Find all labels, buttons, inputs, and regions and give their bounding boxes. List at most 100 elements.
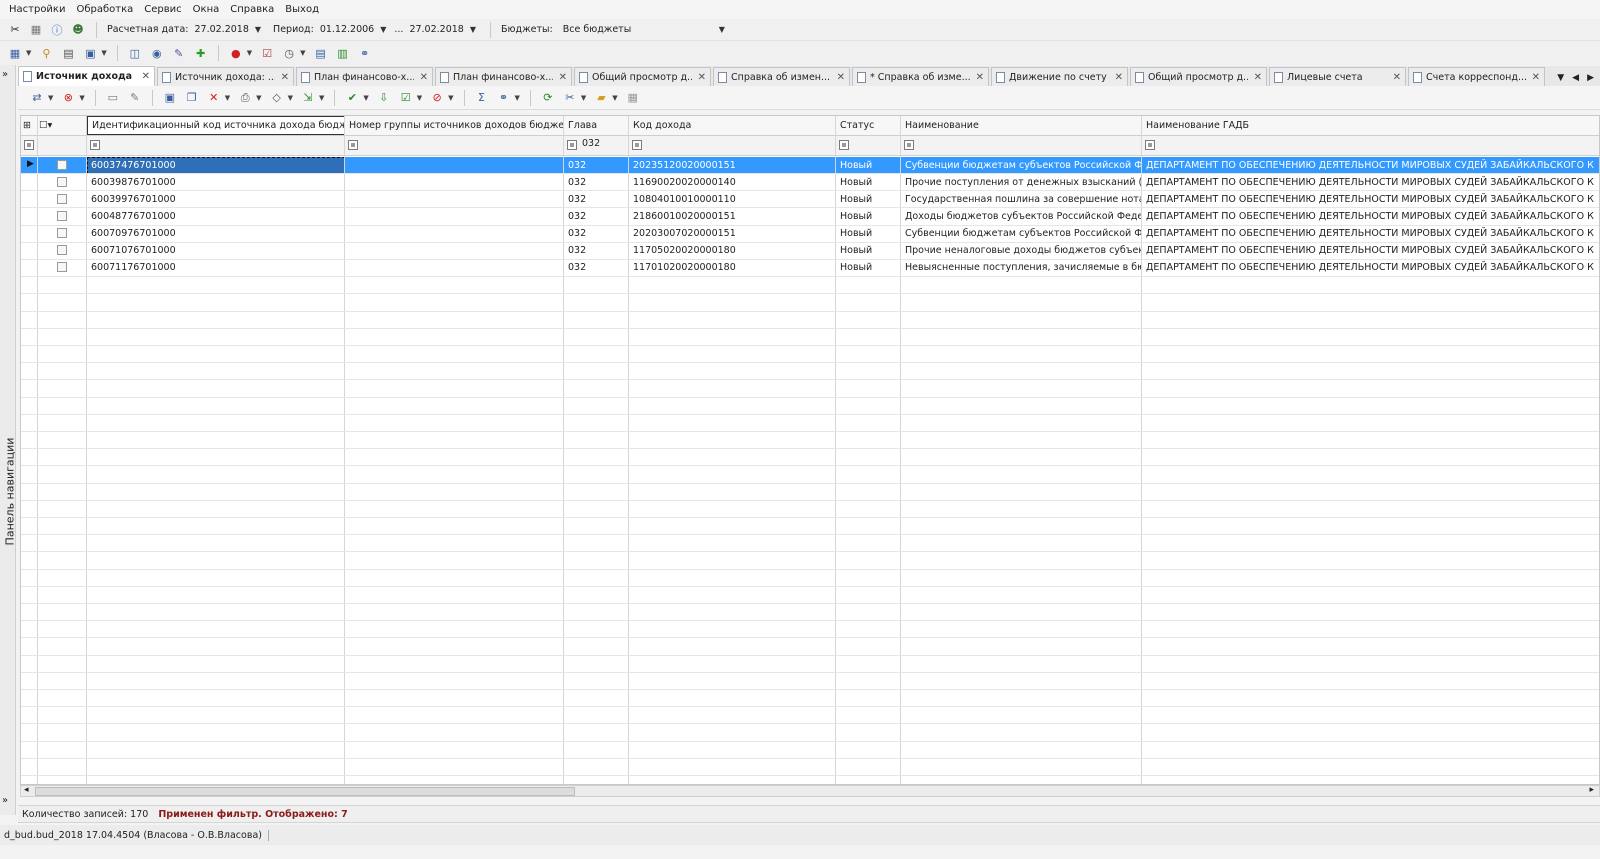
navigation-panel[interactable]: » Панель навигации » [0, 65, 17, 815]
check-icon[interactable]: ✔ [344, 90, 360, 106]
cell-status[interactable]: Новый [836, 174, 900, 191]
tab-general-view-2[interactable]: Общий просмотр д... ✕ [1130, 67, 1267, 86]
filter-id[interactable] [90, 140, 100, 150]
tools-icon[interactable]: ✂ [562, 90, 578, 106]
delete-icon[interactable]: ✕ [206, 90, 222, 106]
chevron-down-icon[interactable]: ▼ [256, 94, 261, 102]
menu-settings[interactable]: Настройки [6, 4, 73, 15]
filter-glava-value[interactable]: 032 [582, 138, 600, 149]
cell-status[interactable]: Новый [836, 259, 900, 276]
cell-name[interactable]: Государственная пошлина за совершение но… [901, 191, 1141, 208]
export-icon[interactable]: ⇲ [300, 90, 316, 106]
menu-help[interactable]: Справка [227, 4, 282, 15]
cell-gadb[interactable]: ДЕПАРТАМЕНТ ПО ОБЕСПЕЧЕНИЮ ДЕЯТЕЛЬНОСТИ … [1142, 191, 1599, 208]
cell-id[interactable]: 60070976701000 [87, 225, 345, 242]
filter-glava[interactable] [567, 140, 577, 150]
close-icon[interactable]: ✕ [1254, 72, 1262, 83]
chevron-down-icon[interactable]: ▼ [363, 94, 368, 102]
chevron-down-icon[interactable]: ▼ [719, 25, 725, 34]
tab-financial-plan-1[interactable]: План финансово-х... ✕ [296, 67, 433, 86]
table-row[interactable]: 60070976701000 032 20203007020000151 Нов… [21, 225, 1599, 242]
chevron-down-icon[interactable]: ▼ [417, 94, 422, 102]
chevron-down-icon[interactable]: ▼ [79, 94, 84, 102]
cell-glava[interactable]: 032 [564, 174, 628, 191]
archive-icon[interactable]: ▦ [625, 90, 641, 106]
cell-code[interactable]: 11690020020000140 [629, 174, 835, 191]
tab-correspondent-accounts[interactable]: Счета корреспонд... ✕ [1408, 67, 1545, 86]
cell-glava[interactable]: 032 [564, 208, 628, 225]
chevron-down-icon[interactable]: ▼ [26, 49, 31, 57]
filter-group[interactable] [348, 140, 358, 150]
budgets-select[interactable]: Все бюджеты [559, 24, 719, 35]
cell-name[interactable]: Прочие неналоговые доходы бюджетов субъе… [901, 242, 1141, 259]
link-icon[interactable]: ⚭ [357, 45, 373, 61]
cell-gadb[interactable]: ДЕПАРТАМЕНТ ПО ОБЕСПЕЧЕНИЮ ДЕЯТЕЛЬНОСТИ … [1142, 225, 1599, 242]
chevron-down-icon[interactable]: ▼ [581, 94, 586, 102]
cell-code[interactable]: 20203007020000151 [629, 225, 835, 242]
table-icon[interactable]: ▦ [7, 45, 23, 61]
close-icon[interactable]: ✕ [1393, 72, 1401, 83]
cell-name[interactable]: Доходы бюджетов субъектов Российской Фед… [901, 208, 1141, 225]
chevron-down-icon[interactable]: ▼ [470, 25, 476, 34]
cell-glava[interactable]: 032 [564, 225, 628, 242]
row-checkbox[interactable] [57, 177, 67, 187]
cell-name[interactable]: Прочие поступления от денежных взысканий… [901, 174, 1141, 191]
chevron-down-icon[interactable]: ▼ [288, 94, 293, 102]
row-checkbox[interactable] [57, 211, 67, 221]
tab-change-certificate-2[interactable]: * Справка об изме... ✕ [852, 67, 989, 86]
column-header-code[interactable]: Код дохода [629, 116, 835, 136]
cell-gadb[interactable]: ДЕПАРТАМЕНТ ПО ОБЕСПЕЧЕНИЮ ДЕЯТЕЛЬНОСТИ … [1142, 174, 1599, 191]
cell-group[interactable] [345, 242, 563, 259]
cell-group[interactable] [345, 208, 563, 225]
period-from-field[interactable]: 01.12.2006 [320, 24, 374, 35]
cell-gadb[interactable]: ДЕПАРТАМЕНТ ПО ОБЕСПЕЧЕНИЮ ДЕЯТЕЛЬНОСТИ … [1142, 242, 1599, 259]
cell-gadb[interactable]: ДЕПАРТАМЕНТ ПО ОБЕСПЕЧЕНИЮ ДЕЯТЕЛЬНОСТИ … [1142, 157, 1599, 174]
cell-status[interactable]: Новый [836, 242, 900, 259]
table-row[interactable]: ▶ 60037476701000 032 20235120020000151 Н… [21, 157, 1599, 174]
select-all-checkbox[interactable]: ☐▾ [39, 116, 59, 136]
cell-code[interactable]: 11701020020000180 [629, 259, 835, 276]
row-checkbox[interactable] [57, 228, 67, 238]
close-icon[interactable]: ✕ [420, 72, 428, 83]
scrollbar-thumb[interactable] [35, 787, 575, 796]
cell-name[interactable]: Невыясненные поступления, зачисляемые в … [901, 259, 1141, 276]
menu-exit[interactable]: Выход [282, 4, 327, 15]
chevron-down-icon[interactable]: ▼ [225, 94, 230, 102]
column-header-group[interactable]: Номер группы источников доходов бюджет [345, 116, 563, 136]
preview-icon[interactable]: ◫ [127, 45, 143, 61]
row-checkbox[interactable] [57, 245, 67, 255]
tab-income-source-detail[interactable]: Источник дохода: ... ✕ [157, 67, 294, 86]
tools-icon[interactable]: ✂ [6, 21, 24, 39]
row-checkbox[interactable] [57, 194, 67, 204]
row-checkbox[interactable] [57, 160, 67, 170]
cell-glava[interactable]: 032 [564, 157, 628, 174]
chevron-down-icon[interactable]: ▼ [255, 25, 261, 34]
chevron-down-icon[interactable]: ▼ [247, 49, 252, 57]
cell-id[interactable]: 60071076701000 [87, 242, 345, 259]
info-icon[interactable]: ⓘ [48, 21, 66, 39]
scroll-left-icon[interactable]: ◀ [1572, 73, 1579, 83]
chevron-down-icon[interactable]: ▼ [515, 94, 520, 102]
cell-id[interactable]: 60048776701000 [87, 208, 345, 225]
cell-status[interactable]: Новый [836, 191, 900, 208]
tab-general-view-1[interactable]: Общий просмотр д... ✕ [574, 67, 711, 86]
folder-icon[interactable]: ▰ [593, 90, 609, 106]
column-header-status[interactable]: Статус [836, 116, 900, 136]
cell-code[interactable]: 11705020020000180 [629, 242, 835, 259]
column-chooser-icon[interactable]: ⊞ [23, 116, 37, 136]
table-row[interactable]: 60039876701000 032 11690020020000140 Нов… [21, 174, 1599, 191]
filter-gadb[interactable] [1145, 140, 1155, 150]
cell-code[interactable]: 10804010010000110 [629, 191, 835, 208]
refresh-mode-icon[interactable]: ⇄ [29, 90, 45, 106]
close-icon[interactable]: ✕ [837, 72, 845, 83]
tab-income-source[interactable]: Источник дохода ✕ [18, 66, 155, 86]
period-to-field[interactable]: 27.02.2018 [409, 24, 463, 35]
edit-icon[interactable]: ✎ [171, 45, 187, 61]
chevron-down-icon[interactable]: ▼ [300, 49, 305, 57]
cancel-icon[interactable]: ⊗ [60, 90, 76, 106]
cell-glava[interactable]: 032 [564, 242, 628, 259]
report-icon[interactable]: ▤ [60, 45, 76, 61]
filter-name[interactable] [904, 140, 914, 150]
cell-glava[interactable]: 032 [564, 191, 628, 208]
record-icon[interactable]: ● [228, 45, 244, 61]
